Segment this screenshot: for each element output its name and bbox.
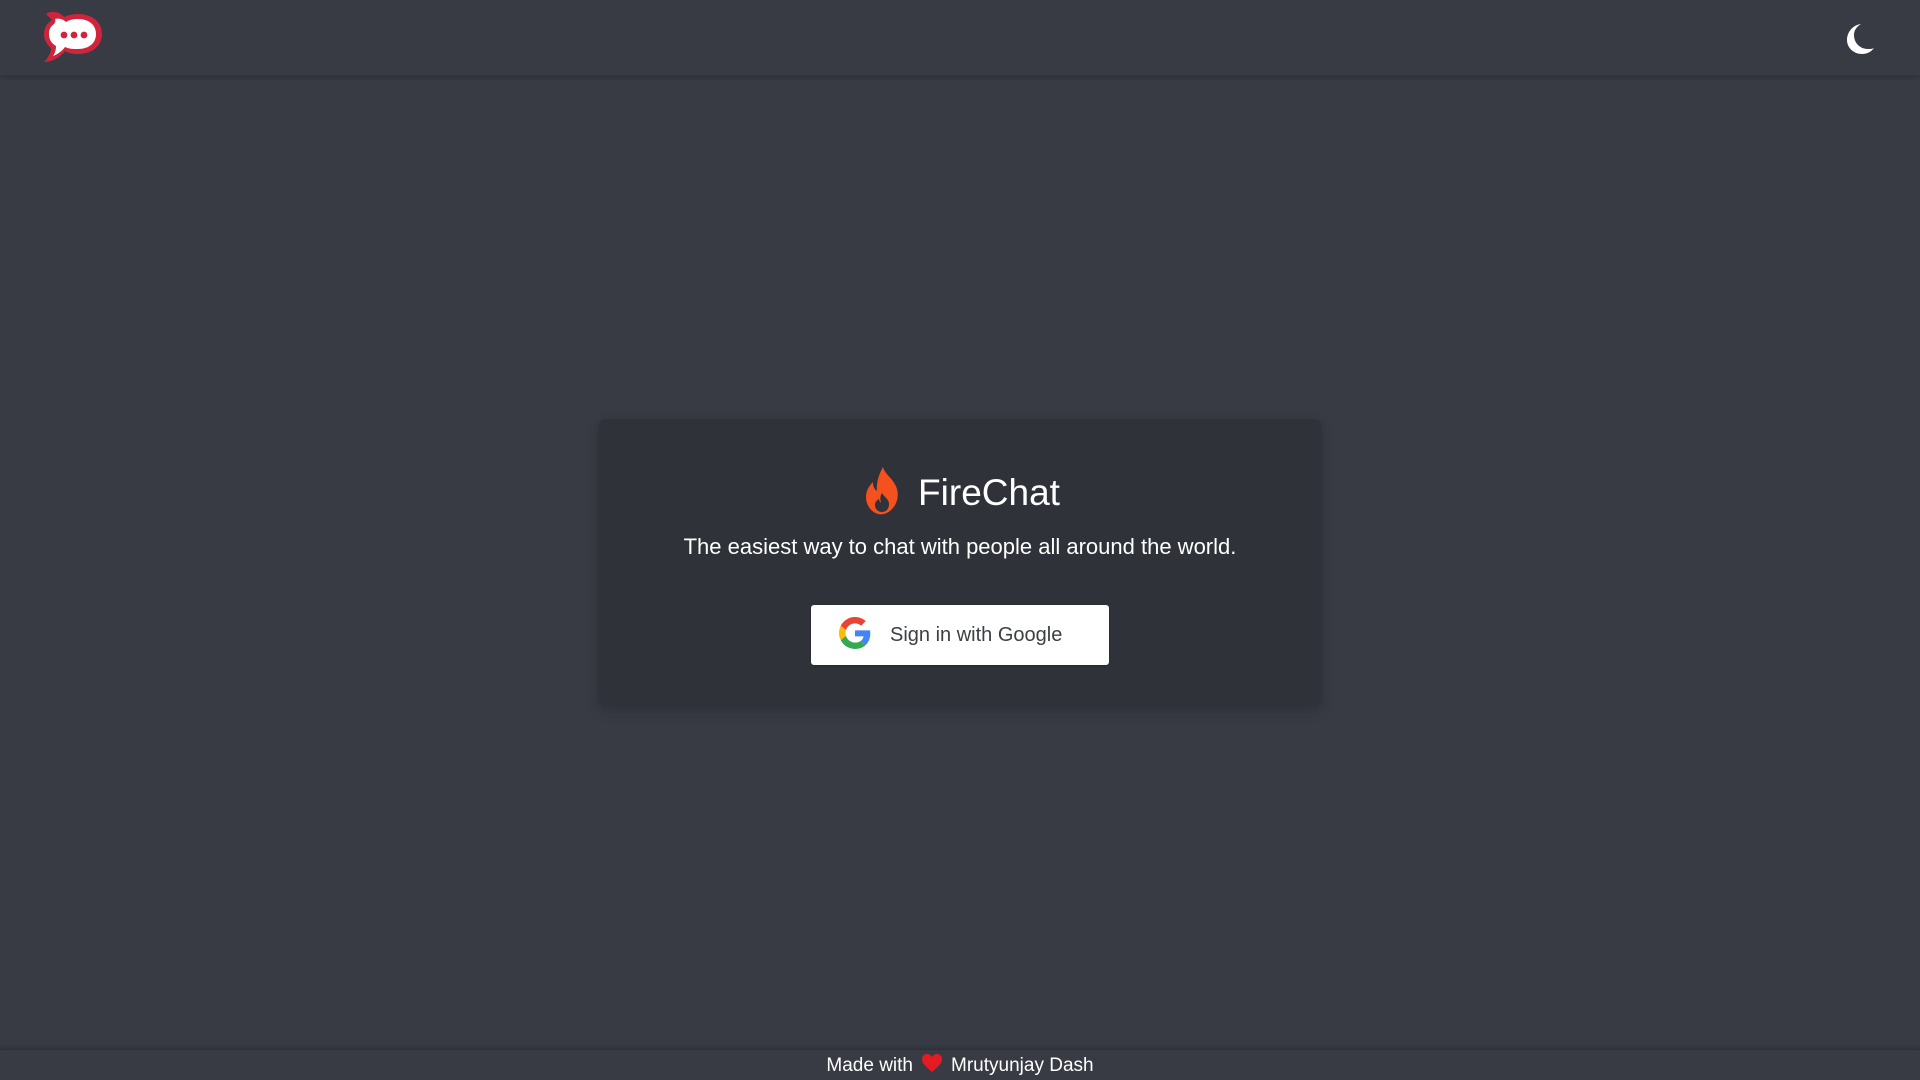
brand-header: FireChat [598,463,1322,523]
app-title: FireChat [918,472,1060,513]
top-navbar [0,0,1920,76]
google-g-icon [811,616,871,654]
tagline: The easiest way to chat with people all … [683,534,1237,559]
footer-author-link[interactable]: Mrutyunjay Dash [951,1055,1094,1077]
footer-made-with: Made with [826,1054,914,1076]
footer: Made with Mrutyunjay Dash [0,1049,1920,1080]
sign-in-with-google-button[interactable]: Sign in with Google [811,605,1109,665]
sign-in-button-label: Sign in with Google [890,624,1063,646]
app-logo-icon[interactable] [38,8,104,68]
heart-icon [921,1053,943,1079]
flame-icon [860,465,906,522]
moon-icon[interactable] [1840,20,1876,56]
login-card: FireChat The easiest way to chat with pe… [598,419,1322,707]
login-page: FireChat The easiest way to chat with pe… [0,0,1920,1080]
